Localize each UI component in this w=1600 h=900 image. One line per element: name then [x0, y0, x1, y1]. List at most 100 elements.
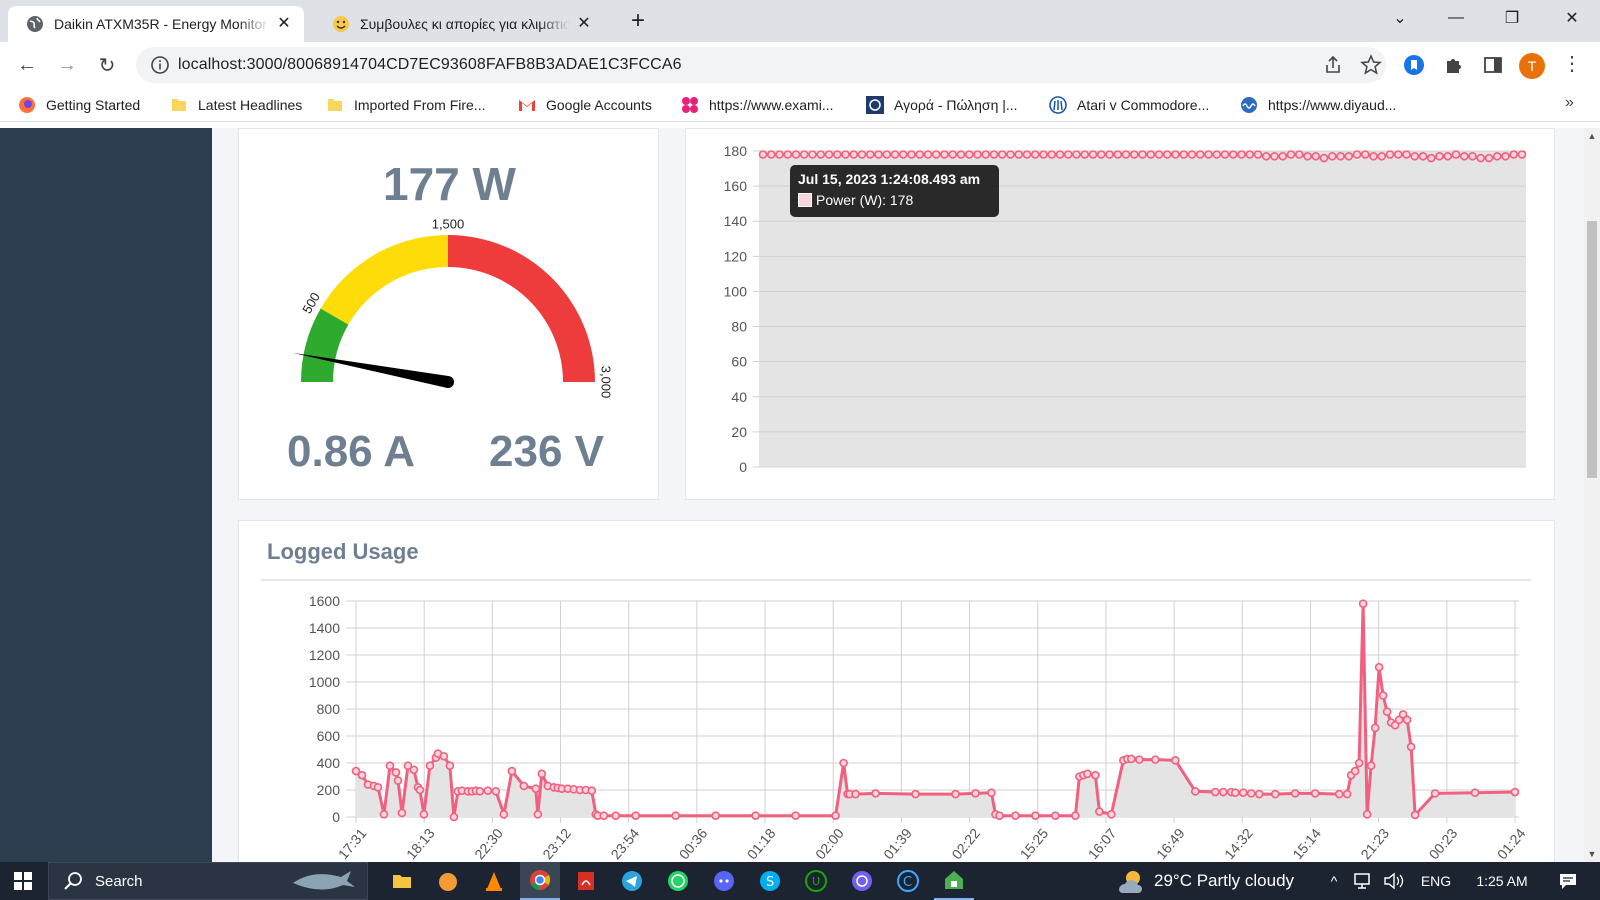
whatsapp-icon[interactable] [658, 862, 698, 900]
data-point [1238, 788, 1248, 797]
data-point [865, 150, 875, 159]
bookmark-imported-from-firefox[interactable]: Imported From Fire... [326, 94, 485, 116]
data-point [1055, 150, 1065, 159]
data-point [1261, 151, 1271, 161]
bookmark-agora-polisi[interactable]: Αγορά - Πώληση |... [866, 94, 1018, 116]
x-tick-label: 18:13 [403, 825, 438, 862]
minimize-button[interactable]: — [1428, 0, 1484, 36]
star-icon[interactable] [1360, 54, 1382, 76]
data-point [1220, 150, 1230, 159]
data-point [1459, 151, 1469, 161]
x-tick-label: 22:30 [471, 825, 506, 862]
data-point [948, 150, 958, 159]
telegram-icon[interactable] [612, 862, 652, 900]
discord-icon[interactable] [704, 862, 744, 900]
x-tick-label: 00:36 [676, 825, 711, 862]
close-icon[interactable]: ✕ [574, 14, 594, 34]
logged-usage-card: Logged Usage 1600 1400 1200 1000 800 600 400 20… [238, 520, 1555, 862]
data-point [599, 811, 609, 820]
profile-avatar[interactable]: T [1519, 53, 1545, 79]
y-tick-label: 200 [317, 782, 341, 798]
new-tab-button[interactable]: + [624, 8, 652, 36]
taskbar-search[interactable]: Search [48, 862, 368, 900]
bookmarks-overflow-button[interactable]: » [1565, 94, 1574, 112]
skype-icon[interactable]: S [750, 862, 790, 900]
info-icon[interactable] [150, 55, 170, 75]
data-point [1138, 150, 1147, 159]
data-point [415, 785, 425, 795]
bookmark-extension-icon[interactable] [1402, 53, 1426, 77]
language-indicator[interactable]: ENG [1416, 862, 1456, 900]
copilot-icon[interactable]: C [888, 862, 928, 900]
data-point [379, 810, 389, 819]
close-window-button[interactable]: ✕ [1544, 0, 1600, 36]
chrome-icon[interactable] [520, 862, 560, 900]
data-point [1406, 742, 1416, 752]
reload-button[interactable]: ↻ [92, 50, 122, 80]
app-icon[interactable] [428, 862, 468, 900]
data-point [1327, 151, 1337, 161]
data-point [397, 808, 407, 818]
viber-icon[interactable] [842, 862, 882, 900]
x-tick-label: 01:39 [880, 825, 915, 862]
close-icon[interactable]: ✕ [274, 14, 294, 34]
forward-button[interactable]: → [52, 50, 82, 80]
back-button[interactable]: ← [12, 50, 42, 80]
data-point [923, 150, 933, 159]
scroll-down-icon[interactable]: ▼ [1587, 849, 1597, 859]
bookmark-getting-started[interactable]: Getting Started [18, 94, 140, 116]
scroll-up-icon[interactable]: ▲ [1587, 131, 1597, 141]
upwork-icon[interactable]: U [796, 862, 836, 900]
file-explorer-icon[interactable] [382, 862, 422, 900]
data-point [1303, 151, 1312, 161]
tab-energy-monitor[interactable]: Daikin ATXM35R - Energy Monitor ✕ [8, 6, 304, 42]
notifications-icon[interactable] [1550, 862, 1586, 900]
bookmark-diyaudio[interactable]: https://www.diyaud... [1240, 94, 1396, 116]
home-assistant-icon[interactable] [934, 862, 974, 900]
data-point [1501, 151, 1510, 161]
scroll-thumb[interactable] [1587, 221, 1597, 478]
data-point [1071, 811, 1080, 820]
windows-start-icon[interactable] [0, 862, 46, 900]
atari-icon [1049, 96, 1067, 114]
data-point [1171, 150, 1180, 159]
puzzle-icon[interactable] [1442, 53, 1466, 77]
data-point [915, 150, 925, 159]
weather-widget[interactable]: 29°C Partly cloudy [1116, 862, 1316, 900]
data-point [816, 150, 826, 159]
shark-icon [293, 871, 355, 890]
bookmark-latest-headlines[interactable]: Latest Headlines [170, 94, 302, 116]
svg-text:S: S [766, 875, 774, 890]
vlc-icon[interactable] [474, 862, 514, 900]
more-vert-icon[interactable]: ⋮ [1562, 53, 1582, 77]
bookmark-google-accounts[interactable]: Google Accounts [518, 94, 652, 116]
data-point [393, 776, 403, 785]
bookmark-atari-commodore[interactable]: Atari v Commodore... [1049, 94, 1209, 116]
clock[interactable]: 1:25 AM [1462, 862, 1542, 900]
volume-icon[interactable] [1382, 862, 1406, 900]
bookmark-exami[interactable]: https://www.exami... [681, 94, 833, 116]
y-tick-label: 160 [724, 178, 748, 194]
chevron-up-icon[interactable]: ^ [1325, 862, 1343, 900]
network-icon[interactable] [1352, 862, 1374, 900]
data-point [1336, 151, 1345, 161]
data-point [973, 150, 982, 159]
page-scrollbar[interactable]: ▲ ▼ [1584, 128, 1600, 862]
data-point [425, 761, 435, 770]
address-bar[interactable]: localhost:3000/80068914704CD7EC93608FAFB… [136, 47, 1386, 83]
side-panel-icon[interactable] [1481, 53, 1505, 77]
data-point [758, 150, 768, 159]
share-icon[interactable] [1322, 54, 1344, 76]
data-point [831, 811, 840, 820]
data-point [1088, 150, 1098, 159]
data-point [783, 150, 793, 159]
chevron-down-icon[interactable]: ⌄ [1372, 0, 1428, 36]
data-point [997, 150, 1007, 159]
data-point [1135, 755, 1144, 764]
restore-button[interactable]: ❐ [1484, 0, 1540, 36]
data-point [1509, 150, 1519, 159]
tab-aircon-forum[interactable]: Συμβουλες κι απορίες για κλιματιστικά ✕ [314, 6, 604, 42]
data-point [775, 150, 784, 159]
data-point [1369, 151, 1378, 161]
pdf-icon[interactable] [566, 862, 606, 900]
